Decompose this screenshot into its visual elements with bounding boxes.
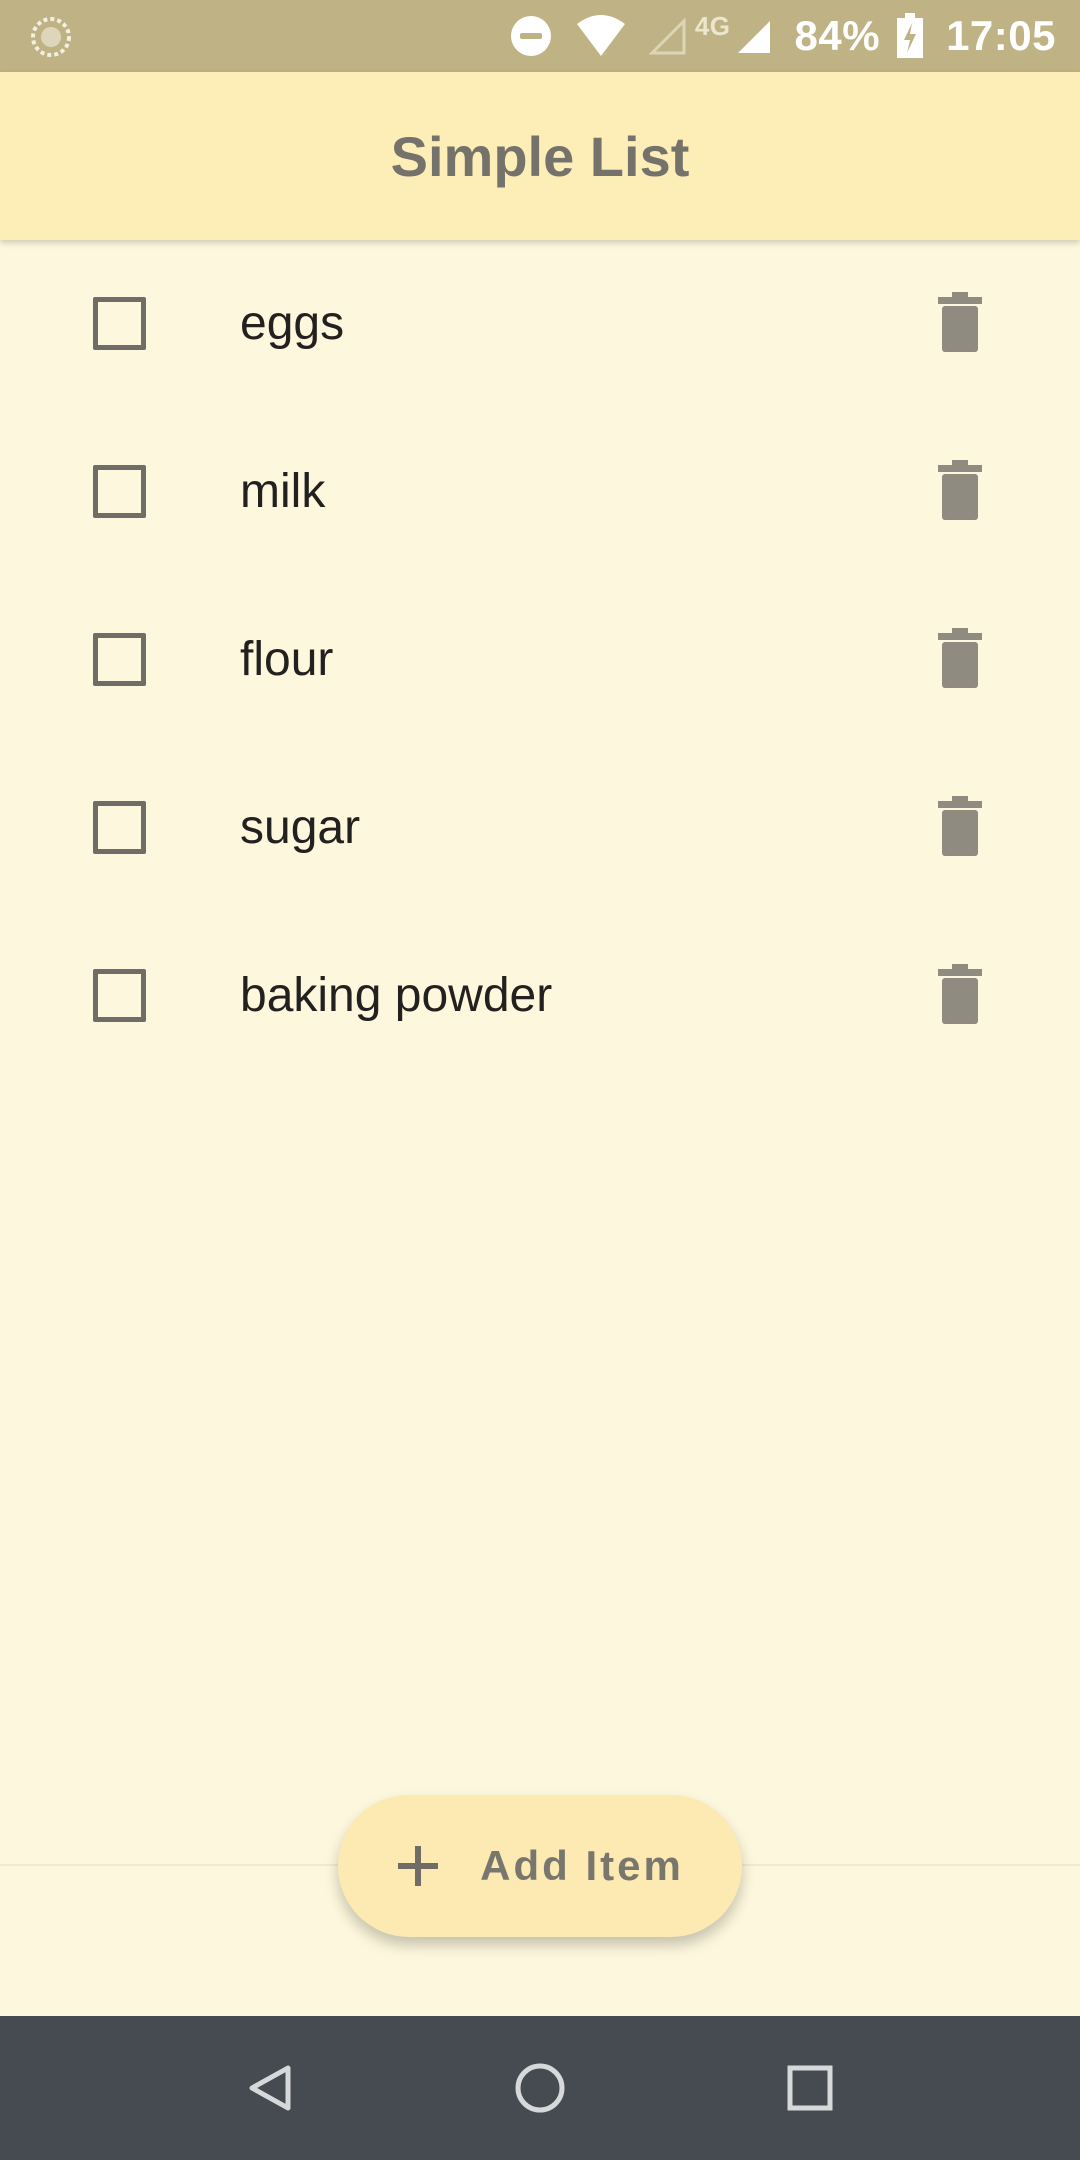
trash-icon[interactable] (938, 964, 982, 1024)
status-bar: 4G 84% 17:05 (0, 0, 1080, 72)
list-item: sugar (0, 744, 1080, 912)
list-item: milk (0, 408, 1080, 576)
recents-icon[interactable] (778, 2056, 842, 2120)
loading-icon (30, 16, 72, 58)
item-checkbox[interactable] (93, 465, 146, 518)
navigation-bar (0, 2016, 1080, 2160)
plus-icon (396, 1844, 440, 1888)
shopping-list: eggs milk flour sugar baking powder (0, 240, 1080, 1080)
item-label: sugar (240, 801, 361, 854)
trash-icon[interactable] (938, 796, 982, 856)
item-label: flour (240, 633, 334, 686)
item-label: milk (240, 465, 326, 518)
list-item: eggs (0, 240, 1080, 408)
battery-charging-icon (896, 13, 924, 59)
add-item-label: Add Item (480, 1842, 684, 1889)
wifi-icon (575, 14, 627, 58)
back-icon[interactable] (238, 2056, 302, 2120)
trash-icon[interactable] (938, 292, 982, 352)
item-label: eggs (240, 297, 345, 350)
clock: 17:05 (946, 12, 1056, 59)
signal-empty-icon (648, 16, 687, 56)
battery-percent: 84% (794, 12, 881, 59)
item-checkbox[interactable] (93, 969, 146, 1022)
network-type: 4G (694, 10, 731, 41)
list-item: flour (0, 576, 1080, 744)
app-bar: Simple List (0, 72, 1080, 240)
trash-icon[interactable] (938, 628, 982, 688)
page-title: Simple List (390, 124, 690, 188)
item-label: baking powder (240, 969, 553, 1022)
home-icon[interactable] (508, 2056, 572, 2120)
signal-icon (735, 16, 773, 56)
item-checkbox[interactable] (93, 297, 146, 350)
dnd-icon (509, 14, 553, 58)
list-item: baking powder (0, 912, 1080, 1080)
trash-icon[interactable] (938, 460, 982, 520)
item-checkbox[interactable] (93, 801, 146, 854)
add-item-button[interactable]: Add Item (338, 1795, 742, 1937)
item-checkbox[interactable] (93, 633, 146, 686)
